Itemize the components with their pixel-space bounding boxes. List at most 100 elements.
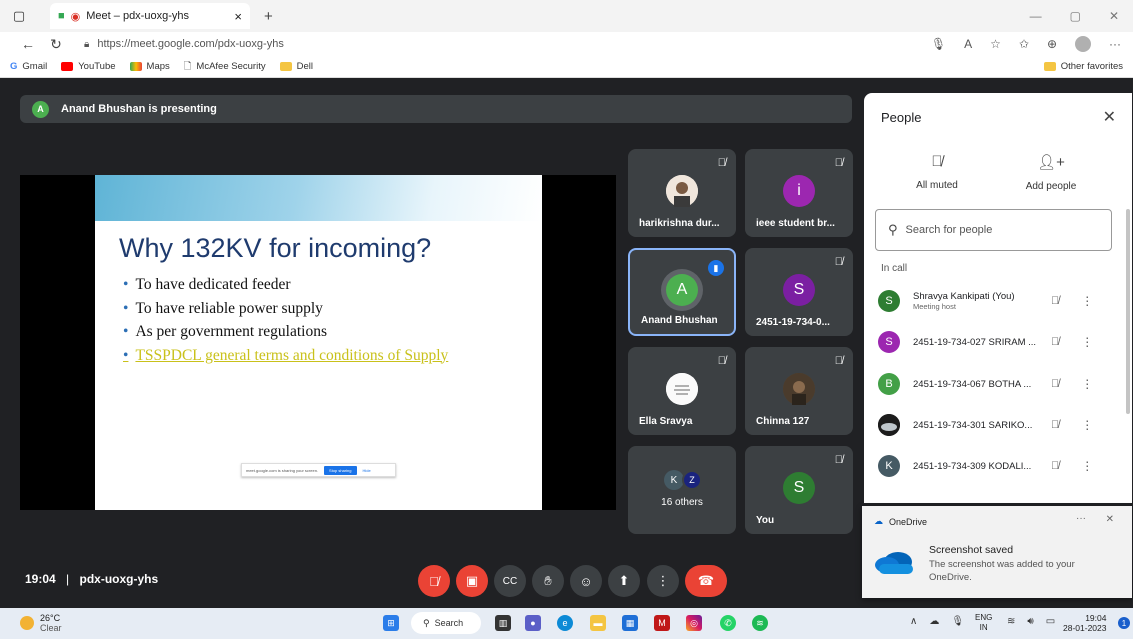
windows-start-icon[interactable]: ⊞ [383, 615, 399, 631]
avatar [666, 175, 698, 207]
read-aloud-icon[interactable]: A [964, 37, 972, 51]
onedrive-cloud-icon [875, 552, 913, 574]
slide-bullets: To have dedicated feeder To have reliabl… [123, 273, 448, 367]
muted-mic-icon: 🎙̸ [834, 454, 843, 466]
avatar: S [783, 274, 815, 306]
participant-tile[interactable]: 🎙̸ harikrishna dur... [628, 149, 736, 237]
phone-hangup-icon: ☎ [697, 573, 715, 588]
onedrive-notification[interactable]: ☁ OneDrive ··· ✕ Screenshot saved The sc… [862, 506, 1132, 598]
collections-icon[interactable]: ⊕ [1047, 37, 1057, 51]
task-view-icon[interactable]: ▥ [495, 615, 511, 631]
fav-dell[interactable]: Dell [279, 61, 313, 72]
slide-bullet: To have dedicated feeder [123, 273, 448, 297]
network-volume-battery[interactable]: ≋ 🔊︎ ▭ [1007, 616, 1055, 627]
slide-header-band [95, 175, 542, 221]
browser-tab-meet[interactable]: ■ ◉ Meet – pdx-uoxg-yhs × [50, 3, 250, 29]
add-people-button[interactable]: 👤︎+ Add people [1006, 153, 1096, 192]
address-tools: 🎙︎ A ☆ ✩ ⊕ ··· [931, 36, 1133, 52]
microphone-icon[interactable]: 🎙︎ [931, 37, 946, 51]
notification-badge[interactable]: 1 [1118, 617, 1130, 629]
participant-row[interactable]: K 2451-19-734-309 KODALI... 🎙̸ ⋮ [878, 451, 1114, 481]
slide-bullet-link: TSSPDCL general terms and conditions of … [123, 344, 448, 368]
notification-more-icon[interactable]: ··· [1076, 513, 1086, 524]
browser-tab-bar: ▢ ■ ◉ Meet – pdx-uoxg-yhs × + — ▢ ✕ [0, 0, 1133, 32]
more-vertical-icon[interactable]: ⋮ [1081, 418, 1093, 432]
all-muted-button[interactable]: 🎙̸ All muted [892, 153, 982, 191]
chevron-up-icon[interactable]: ∧ [910, 616, 917, 627]
moon-icon [20, 616, 34, 630]
raise-hand-button[interactable]: ✋︎ [532, 565, 564, 597]
more-vertical-icon[interactable]: ⋮ [1081, 459, 1093, 473]
participant-row[interactable]: 2451-19-734-301 SARIKO... 🎙̸ ⋮ [878, 410, 1114, 440]
microphone-off-button[interactable]: 🎙̸ [418, 565, 450, 597]
participant-row[interactable]: S 2451-19-734-027 SRIRAM ... 🎙̸ ⋮ [878, 327, 1114, 357]
fav-mcafee[interactable]: 🗋︎ McAfee Security [184, 59, 266, 75]
camera-off-button[interactable]: ▣ [456, 565, 488, 597]
captions-icon: CC [502, 575, 518, 587]
store-icon[interactable]: ▦ [622, 615, 638, 631]
favorites-list-icon[interactable]: ✩ [1019, 37, 1029, 51]
search-people-input[interactable]: ⚲ Search for people [875, 209, 1112, 251]
muted-mic-icon: 🎙̸ [1051, 378, 1060, 390]
maximize-icon[interactable]: ▢ [1070, 9, 1081, 23]
more-options-button[interactable]: ⋮ [647, 565, 679, 597]
favorite-star-icon[interactable]: ☆ [990, 37, 1001, 51]
captions-button[interactable]: CC [494, 565, 526, 597]
more-vertical-icon[interactable]: ⋮ [1081, 377, 1093, 391]
notification-close-icon[interactable]: ✕ [1106, 514, 1114, 525]
participant-tile[interactable]: 🎙̸ Chinna 127 [745, 347, 853, 435]
fav-other[interactable]: Other favorites [1043, 61, 1133, 72]
present-now-button[interactable]: ⬆ [608, 565, 640, 597]
tab-actions-icon[interactable]: ▢ [8, 5, 30, 27]
participant-tile[interactable]: 🎙̸ i ieee student br... [745, 149, 853, 237]
more-menu-icon[interactable]: ··· [1109, 37, 1121, 51]
chat-icon[interactable]: ● [525, 615, 541, 631]
participant-row[interactable]: B 2451-19-734-067 BOTHA ... 🎙̸ ⋮ [878, 369, 1114, 399]
presenter-avatar: A [32, 100, 49, 118]
fav-maps[interactable]: Maps [129, 61, 170, 72]
participant-name: ieee student br... [756, 218, 835, 229]
mcafee-icon[interactable]: M [654, 615, 670, 631]
participant-tile-speaking[interactable]: ▮ A Anand Bhushan [628, 248, 736, 336]
whatsapp-icon[interactable]: ✆ [720, 615, 736, 631]
more-vertical-icon[interactable]: ⋮ [1081, 294, 1093, 308]
participant-row[interactable]: S Shravya Kankipati (You) Meeting host 🎙… [878, 286, 1114, 316]
refresh-icon[interactable]: ↻ [42, 36, 70, 53]
participant-tile[interactable]: 🎙̸ Ella Sravya [628, 347, 736, 435]
avatar: S [783, 472, 815, 504]
taskbar-clock[interactable]: 19:04 28-01-2023 [1063, 613, 1106, 633]
others-tile[interactable]: K Z 16 others [628, 446, 736, 534]
url-field[interactable]: 🔒︎ https://meet.google.com/pdx-uoxg-yhs [84, 38, 284, 50]
taskbar-search[interactable]: ⚲ Search [411, 612, 481, 634]
cloud-tray-icon[interactable]: ☁ [929, 616, 939, 627]
fav-gmail[interactable]: G Gmail [10, 61, 47, 72]
self-tile[interactable]: 🎙̸ S You [745, 446, 853, 534]
fav-youtube[interactable]: YouTube [61, 61, 116, 72]
profile-avatar[interactable] [1075, 36, 1091, 52]
weather-condition: Clear [40, 623, 62, 633]
emoji-button[interactable]: ☺ [570, 565, 602, 597]
spotify-icon[interactable]: ≋ [752, 615, 768, 631]
back-arrow-icon[interactable]: ← [14, 36, 42, 52]
new-tab-button[interactable]: + [264, 8, 273, 25]
close-panel-icon[interactable]: ✕ [1103, 107, 1116, 127]
language-indicator[interactable]: ENG IN [975, 613, 992, 633]
instagram-icon[interactable]: ◎ [686, 615, 702, 631]
participant-name: Anand Bhushan [641, 315, 718, 326]
search-icon: ⚲ [423, 617, 430, 628]
leave-call-button[interactable]: ☎ [685, 565, 727, 597]
participant-tile[interactable]: 🎙̸ S 2451-19-734-0... [745, 248, 853, 336]
panel-scrollbar[interactable] [1126, 209, 1130, 414]
minimize-icon[interactable]: — [1030, 9, 1042, 23]
folder-icon [1043, 62, 1056, 71]
notification-text: The screenshot was added to your OneDriv… [929, 559, 1075, 583]
favorites-bar: G Gmail YouTube Maps 🗋︎ McAfee Security De… [0, 56, 1133, 78]
file-explorer-icon[interactable]: ▬ [590, 615, 606, 631]
slide-title: Why 132KV for incoming? [119, 233, 432, 263]
edge-icon[interactable]: e [557, 615, 573, 631]
microphone-tray-icon[interactable]: 🎙︎ [951, 616, 964, 627]
more-vertical-icon[interactable]: ⋮ [1081, 335, 1093, 349]
tab-close-icon[interactable]: × [234, 9, 242, 24]
close-window-icon[interactable]: ✕ [1109, 9, 1119, 23]
weather-widget[interactable]: 26°C Clear [20, 613, 62, 633]
